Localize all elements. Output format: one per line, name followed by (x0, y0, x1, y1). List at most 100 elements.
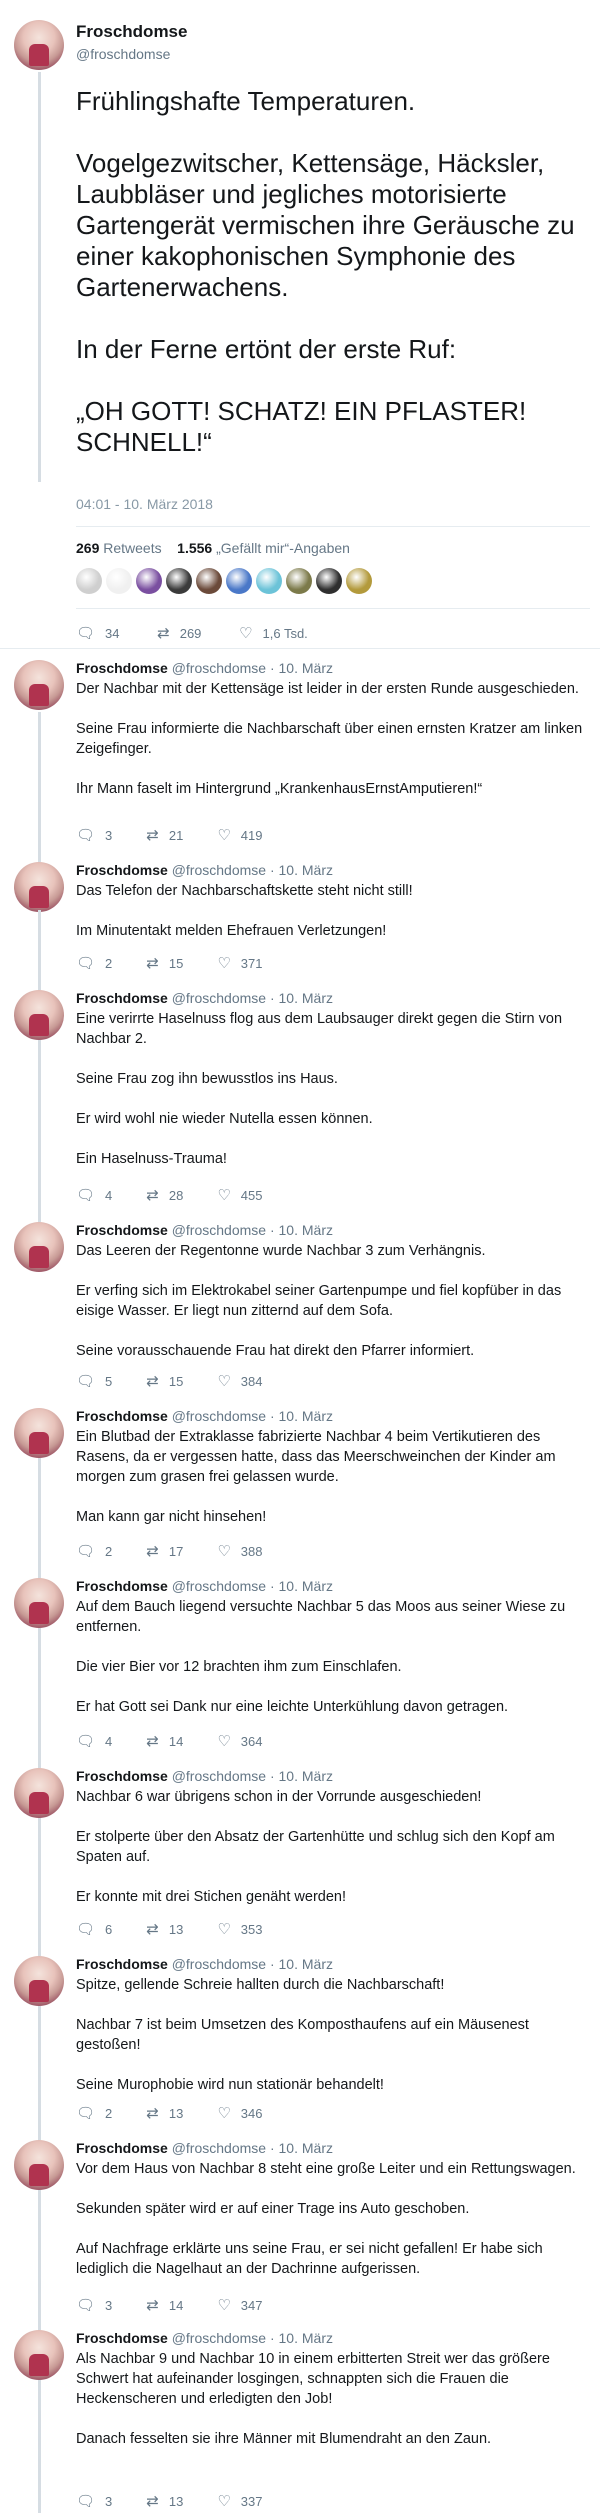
retweet-button[interactable]: ⇄ 13 (146, 2104, 183, 2122)
liker-avatar[interactable] (346, 568, 372, 594)
liker-avatar[interactable] (106, 568, 132, 594)
likes-label[interactable]: „Gefällt mir“-Angaben (216, 540, 350, 556)
like-button[interactable]: ♡ 384 (217, 1372, 262, 1390)
avatar[interactable] (14, 2330, 64, 2380)
author-handle[interactable]: @froschdomse (172, 2330, 266, 2346)
reply-tweet[interactable]: Froschdomse @froschdomse · 10. März Ein B… (76, 1408, 586, 1539)
like-button[interactable]: ♡ 1,6 Tsd. (239, 624, 308, 642)
tweet-date[interactable]: 10. März (279, 2330, 333, 2346)
retweet-button[interactable]: ⇄ 13 (146, 1920, 183, 1938)
author-handle[interactable]: @froschdomse (172, 1408, 266, 1424)
tweet-date[interactable]: 10. März (279, 1768, 333, 1784)
reply-button[interactable]: 🗨︎ 4 (76, 1732, 112, 1750)
retweet-button[interactable]: ⇄ 21 (146, 826, 183, 844)
liker-avatar[interactable] (166, 568, 192, 594)
liker-avatar[interactable] (286, 568, 312, 594)
avatar[interactable] (14, 1578, 64, 1628)
retweet-button[interactable]: ⇄ 15 (146, 954, 183, 972)
author-name[interactable]: Froschdomse (76, 1956, 168, 1972)
like-button[interactable]: ♡ 346 (217, 2104, 262, 2122)
tweet-timestamp[interactable]: 04:01 - 10. März 2018 (76, 496, 213, 512)
like-button[interactable]: ♡ 347 (217, 2296, 262, 2314)
reply-button[interactable]: 🗨︎ 4 (76, 1186, 112, 1204)
tweet-date[interactable]: 10. März (279, 1578, 333, 1594)
reply-button[interactable]: 🗨︎ 3 (76, 826, 112, 844)
reply-button[interactable]: 🗨︎ 3 (76, 2296, 112, 2314)
reply-tweet[interactable]: Froschdomse @froschdomse · 10. März Das T… (76, 862, 586, 953)
author-handle[interactable]: @froschdomse (172, 1222, 266, 1238)
avatar[interactable] (14, 1768, 64, 1818)
reply-button[interactable]: 🗨︎ 2 (76, 1542, 112, 1560)
reply-button[interactable]: 🗨︎ 34 (76, 624, 120, 642)
author-handle[interactable]: @froschdomse (172, 990, 266, 1006)
reply-tweet[interactable]: Froschdomse @froschdomse · 10. März Das L… (76, 1222, 586, 1373)
retweet-button[interactable]: ⇄ 14 (146, 2296, 183, 2314)
author-name[interactable]: Froschdomse (76, 862, 168, 878)
reply-button[interactable]: 🗨︎ 2 (76, 954, 112, 972)
author-handle[interactable]: @froschdomse (172, 660, 266, 676)
retweet-button[interactable]: ⇄ 269 (157, 624, 201, 642)
avatar[interactable] (14, 1222, 64, 1272)
avatar[interactable] (14, 2140, 64, 2190)
reply-button[interactable]: 🗨︎ 6 (76, 1920, 112, 1938)
avatar[interactable] (14, 990, 64, 1040)
liker-avatar[interactable] (316, 568, 342, 594)
reply-button[interactable]: 🗨︎ 5 (76, 1372, 112, 1390)
retweet-button[interactable]: ⇄ 28 (146, 1186, 183, 1204)
liker-avatar[interactable] (196, 568, 222, 594)
author-handle[interactable]: @froschdomse (172, 2140, 266, 2156)
liker-avatar[interactable] (226, 568, 252, 594)
tweet-date[interactable]: 10. März (279, 862, 333, 878)
tweet-date[interactable]: 10. März (279, 1956, 333, 1972)
reply-tweet[interactable]: Froschdomse @froschdomse · 10. März Eine … (76, 990, 586, 1181)
author-handle[interactable]: @froschdomse (172, 1956, 266, 1972)
reply-tweet[interactable]: Froschdomse @froschdomse · 10. März Als N… (76, 2330, 586, 2461)
avatar[interactable] (14, 1408, 64, 1458)
retweet-button[interactable]: ⇄ 13 (146, 2492, 183, 2510)
reply-tweet[interactable]: Froschdomse @froschdomse · 10. März Spitz… (76, 1956, 586, 2107)
author-name[interactable]: Froschdomse (76, 1408, 168, 1424)
like-button[interactable]: ♡ 337 (217, 2492, 262, 2510)
tweet-date[interactable]: 10. März (279, 2140, 333, 2156)
avatar[interactable] (14, 862, 64, 912)
reply-tweet[interactable]: Froschdomse @froschdomse · 10. März Vor d… (76, 2140, 586, 2291)
author-name[interactable]: Froschdomse (76, 1578, 168, 1594)
author-name[interactable]: Froschdomse (76, 660, 168, 676)
like-button[interactable]: ♡ 419 (217, 826, 262, 844)
author-handle[interactable]: @froschdomse (172, 1768, 266, 1784)
avatar[interactable] (14, 20, 64, 70)
like-button[interactable]: ♡ 353 (217, 1920, 262, 1938)
retweets-count[interactable]: 269 (76, 540, 99, 556)
reply-tweet[interactable]: Froschdomse @froschdomse · 10. März Auf d… (76, 1578, 586, 1729)
author-name[interactable]: Froschdomse (76, 1768, 168, 1784)
liker-avatar[interactable] (76, 568, 102, 594)
retweet-button[interactable]: ⇄ 17 (146, 1542, 183, 1560)
author-name[interactable]: Froschdomse (76, 1222, 168, 1238)
tweet-date[interactable]: 10. März (279, 1408, 333, 1424)
likes-count[interactable]: 1.556 (177, 540, 212, 556)
liker-avatar[interactable] (256, 568, 282, 594)
author-name[interactable]: Froschdomse (76, 22, 187, 42)
tweet-date[interactable]: 10. März (279, 1222, 333, 1238)
reply-button[interactable]: 🗨︎ 2 (76, 2104, 112, 2122)
retweet-button[interactable]: ⇄ 14 (146, 1732, 183, 1750)
reply-button[interactable]: 🗨︎ 3 (76, 2492, 112, 2510)
tweet-date[interactable]: 10. März (279, 990, 333, 1006)
avatar[interactable] (14, 660, 64, 710)
author-handle[interactable]: @froschdomse (172, 862, 266, 878)
author-name[interactable]: Froschdomse (76, 2330, 168, 2346)
author-handle[interactable]: @froschdomse (172, 1578, 266, 1594)
retweet-button[interactable]: ⇄ 15 (146, 1372, 183, 1390)
author-name[interactable]: Froschdomse (76, 990, 168, 1006)
liker-avatar[interactable] (136, 568, 162, 594)
retweets-label[interactable]: Retweets (103, 540, 161, 556)
like-button[interactable]: ♡ 371 (217, 954, 262, 972)
avatar[interactable] (14, 1956, 64, 2006)
author-handle[interactable]: @froschdomse (76, 46, 187, 62)
reply-tweet[interactable]: Froschdomse @froschdomse · 10. März Nachb… (76, 1768, 586, 1919)
like-button[interactable]: ♡ 388 (217, 1542, 262, 1560)
like-button[interactable]: ♡ 364 (217, 1732, 262, 1750)
tweet-date[interactable]: 10. März (279, 660, 333, 676)
like-button[interactable]: ♡ 455 (217, 1186, 262, 1204)
author-name[interactable]: Froschdomse (76, 2140, 168, 2156)
